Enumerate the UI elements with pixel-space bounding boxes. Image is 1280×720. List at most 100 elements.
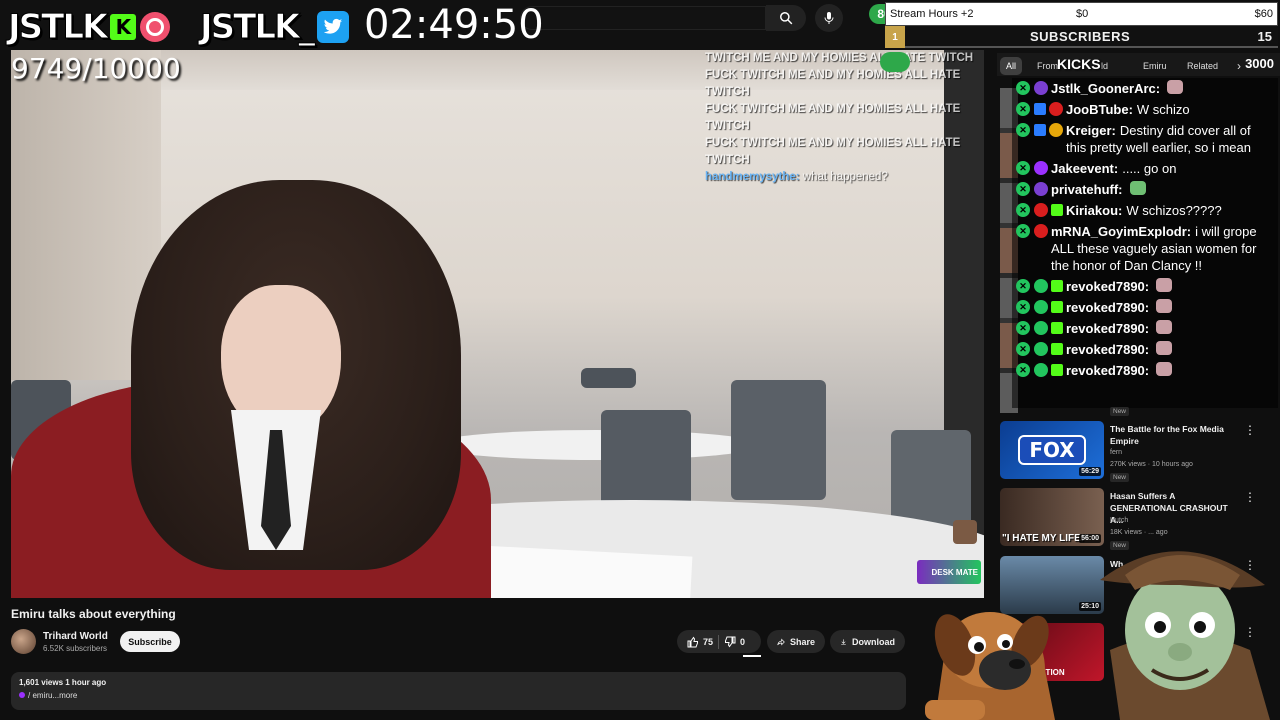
voice-search-button[interactable] — [815, 4, 843, 32]
chat-username[interactable]: mRNA_GoyimExplodr: — [1051, 224, 1191, 239]
overlay-chat-user: handmemysythe: — [705, 171, 800, 183]
sub-badge-icon — [1034, 103, 1046, 115]
stream-goal-bar: Stream Hours +2 $0 $60 — [885, 2, 1278, 26]
close-icon[interactable]: ✕ — [1016, 363, 1030, 377]
more-vert-icon[interactable]: ⋮ — [1244, 490, 1256, 504]
user-badge-icon — [1034, 342, 1048, 356]
subscribers-rank: 1 — [885, 26, 905, 48]
new-badge: New — [1110, 407, 1130, 416]
jstlk-kick-logo: JSTLK K — [7, 7, 171, 48]
twitch-icon — [19, 692, 25, 698]
chat-username[interactable]: revoked7890: — [1066, 278, 1149, 295]
chat-username[interactable]: privatehuff: — [1051, 181, 1123, 198]
chip-related[interactable]: Related — [1181, 57, 1224, 75]
close-icon[interactable]: ✕ — [1016, 224, 1030, 238]
chair — [581, 368, 636, 388]
chat-message: ✕ Kreiger: Destiny did cover all of this p… — [1012, 120, 1278, 158]
emote-icon — [1167, 80, 1184, 94]
description-snippet[interactable]: / emiru...more — [19, 691, 77, 700]
chat-message: ✕ Jstlk_GoonerArc: — [1012, 78, 1278, 99]
kick-badge-icon — [1051, 280, 1063, 292]
chat-message: ✕ revoked7890: — [1012, 318, 1278, 339]
webcam-avatar — [953, 520, 977, 544]
subscribe-button[interactable]: Subscribe — [120, 631, 180, 652]
close-icon[interactable]: ✕ — [1016, 161, 1030, 175]
chat-username[interactable]: Kreiger: — [1066, 123, 1116, 138]
goal-label: Stream Hours +2 — [890, 8, 974, 20]
search-button[interactable] — [766, 5, 806, 31]
user-badge-icon — [1034, 279, 1048, 293]
search-input[interactable] — [520, 6, 766, 30]
kick-logo-icon: K — [110, 14, 137, 40]
goal-end: $60 — [1254, 8, 1273, 20]
channel-avatar[interactable] — [11, 629, 36, 654]
goal-start: $0 — [1076, 8, 1089, 20]
logo-right-text: JSTLK_ — [199, 7, 315, 48]
kick-badge-icon — [1051, 343, 1063, 355]
overlay-chat: TWITCH ME AND MY HOMIES ALL HATE TWITCH … — [705, 50, 984, 186]
divider — [718, 634, 720, 649]
video-channel[interactable]: fern — [1110, 449, 1122, 456]
close-icon[interactable]: ✕ — [1016, 321, 1030, 335]
dislike-button[interactable]: 0 — [724, 636, 745, 648]
chat-message: ✕ Jakeevent: ..... go on — [1012, 158, 1278, 179]
video-player[interactable]: 9749/10000 TWITCH ME AND MY HOMIES ALL H… — [11, 50, 984, 598]
chat-username[interactable]: revoked7890: — [1066, 320, 1149, 337]
video-thumbnail[interactable]: FOX 56:29 — [1000, 421, 1104, 479]
chat-username[interactable]: revoked7890: — [1066, 299, 1149, 316]
chat-message: ✕ revoked7890: — [1012, 360, 1278, 381]
twitter-bird-icon — [317, 11, 350, 43]
record-icon — [140, 12, 171, 42]
recommended-video[interactable]: FOX 56:29 The Battle for the Fox Media E… — [1000, 421, 1270, 483]
download-button[interactable]: Download — [830, 630, 905, 653]
subscribers-label: SUBSCRIBERS — [1030, 29, 1131, 44]
jstlk-twitter-logo: JSTLK_ — [199, 7, 350, 48]
close-icon[interactable]: ✕ — [1016, 279, 1030, 293]
share-button[interactable]: Share — [767, 630, 825, 653]
like-button[interactable]: 75 — [687, 636, 713, 648]
chip-emiru[interactable]: Emiru — [1137, 57, 1173, 75]
goal-counter: 9749/10000 — [11, 52, 181, 85]
close-icon[interactable]: ✕ — [1016, 123, 1030, 137]
user-badge-icon — [1034, 203, 1048, 217]
chip-all[interactable]: All — [1000, 57, 1023, 75]
share-label: Share — [789, 636, 815, 647]
kick-badge-icon — [1051, 364, 1063, 376]
video-title: Emiru talks about everything — [11, 607, 176, 621]
video-channel[interactable]: Hutch — [1110, 517, 1128, 524]
close-icon[interactable]: ✕ — [1016, 300, 1030, 314]
download-label: Download — [852, 636, 895, 647]
chat-username[interactable]: JooBTube: — [1066, 102, 1133, 117]
video-title[interactable]: The Battle for the Fox Media Empire — [1110, 423, 1240, 447]
subscribers-count: 15 — [1257, 29, 1272, 44]
chat-text: W schizos????? — [1126, 203, 1222, 218]
more-vert-icon[interactable]: ⋮ — [1244, 423, 1256, 437]
close-icon[interactable]: ✕ — [1016, 203, 1030, 217]
kick-badge-icon — [1051, 301, 1063, 313]
channel-name[interactable]: Trihard World — [43, 631, 108, 642]
chat-username[interactable]: Jakeevent: — [1051, 161, 1118, 176]
overlay-chat-line: FUCK TWITCH ME AND MY HOMIES ALL HATE TW… — [705, 137, 961, 166]
close-icon[interactable]: ✕ — [1016, 342, 1030, 356]
description-text: / emiru...more — [28, 691, 78, 700]
emote-icon — [1156, 278, 1173, 292]
chat-message: ✕ revoked7890: — [1012, 297, 1278, 318]
video-title[interactable]: Hasan Suffers A GENERATIONAL CRASHOUT A.… — [1110, 490, 1240, 526]
channel-subscribers: 6.52K subscribers — [43, 644, 108, 653]
chat-username[interactable]: Jstlk_GoonerArc: — [1051, 80, 1160, 97]
emote-icon — [1156, 362, 1173, 376]
close-icon[interactable]: ✕ — [1016, 81, 1030, 95]
kick-badge-icon — [1051, 204, 1063, 216]
chat-username[interactable]: Kiriakou: — [1066, 203, 1122, 218]
thumbnail-caption: "I HATE MY LIFE!" — [1002, 533, 1089, 544]
badge-backdrop — [880, 52, 910, 72]
close-icon[interactable]: ✕ — [1016, 182, 1030, 196]
chat-text: W schizo — [1136, 102, 1190, 117]
description-box[interactable]: 1,601 views 1 hour ago / emiru...more — [11, 672, 906, 710]
emote-icon — [1156, 299, 1173, 313]
download-icon — [841, 638, 846, 645]
close-icon[interactable]: ✕ — [1016, 102, 1030, 116]
chat-username[interactable]: revoked7890: — [1066, 362, 1149, 379]
chat-username[interactable]: revoked7890: — [1066, 341, 1149, 358]
like-ratio-bar — [743, 655, 761, 657]
